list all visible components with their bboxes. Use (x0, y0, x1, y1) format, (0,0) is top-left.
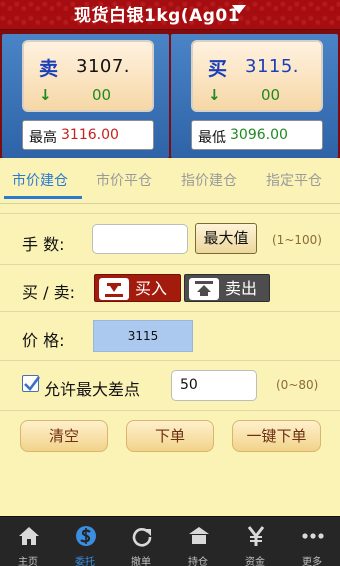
more-icon (302, 533, 324, 539)
max-value-button[interactable]: 最大值 (195, 223, 257, 254)
sell-button[interactable]: 卖出 (184, 274, 270, 302)
bottom-tab-bar: 主页 委托 撤单 持仓 资金 更多 (0, 516, 340, 566)
instrument-title[interactable]: 现货白银1kg(Ag01 (74, 1, 240, 26)
buy-button-label: 买入 (135, 279, 168, 298)
arrow-down-icon: ↓ (208, 86, 221, 104)
price-label: 价 格: (22, 331, 65, 350)
sell-change: 00 (92, 86, 112, 104)
tabbar-item-home[interactable]: 主页 (0, 517, 56, 566)
buy-price: 3115. (245, 56, 300, 77)
divider (0, 410, 340, 411)
max-spread-input[interactable]: 50 (171, 370, 257, 401)
sell-price: 3107. (76, 56, 131, 77)
quantity-label: 手 数: (22, 235, 65, 254)
sell-quote-panel: 卖 3107. ↓ 00 最高 3116.00 (2, 34, 169, 158)
buy-quote-panel: 买 3115. ↓ 00 最低 3096.00 (171, 34, 338, 158)
divider (0, 360, 340, 361)
divider (0, 311, 340, 312)
quantity-input[interactable] (92, 224, 188, 254)
tabbar-item-more[interactable]: 更多 (284, 517, 340, 566)
order-icon (76, 526, 96, 546)
max-spread-checkbox[interactable] (22, 375, 41, 392)
tabbar-label: 持仓 (188, 557, 208, 566)
direction-label: 买 / 卖: (22, 283, 75, 302)
buy-label: 买 (208, 58, 228, 80)
tabbar-item-order[interactable]: 委托 (57, 517, 113, 566)
home-icon (19, 527, 39, 545)
active-tab-indicator (4, 196, 82, 199)
high-box: 最高 3116.00 (22, 120, 154, 150)
low-label: 最低 (198, 130, 226, 146)
tabbar-label: 撤单 (131, 557, 151, 566)
one-click-order-button[interactable]: 一键下单 (232, 420, 321, 452)
tab-market-open[interactable]: 市价建仓 (12, 170, 68, 190)
header-bar: 现货白银1kg(Ag01 (0, 0, 340, 30)
tab-specified-close[interactable]: 指定平仓 (266, 170, 322, 190)
quantity-range: (1~100) (272, 233, 322, 247)
clear-button[interactable]: 清空 (20, 420, 108, 452)
sell-price-box: 卖 3107. ↓ 00 (22, 40, 154, 112)
sell-button-label: 卖出 (225, 279, 258, 298)
sell-label: 卖 (39, 58, 59, 80)
tabbar-label: 资金 (245, 557, 265, 566)
tabbar-item-cancel[interactable]: 撤单 (113, 517, 169, 566)
checkmark-icon (24, 376, 41, 391)
divider (0, 264, 340, 265)
divider (0, 213, 340, 214)
arrow-down-box-icon (99, 278, 129, 300)
arrow-up-box-icon (189, 278, 219, 300)
position-icon (189, 527, 209, 544)
tabbar-label: 委托 (75, 557, 95, 566)
yen-icon (247, 526, 265, 546)
price-display: 3115 (93, 320, 193, 352)
spread-range: (0~80) (276, 378, 319, 392)
low-value: 3096.00 (230, 127, 288, 143)
tab-market-close[interactable]: 市价平仓 (96, 170, 152, 190)
tabbar-label: 更多 (302, 557, 322, 566)
max-spread-label: 允许最大差点 (44, 380, 141, 399)
tab-limit-open[interactable]: 指价建仓 (181, 170, 237, 190)
undo-icon (132, 528, 152, 547)
arrow-down-icon: ↓ (39, 86, 52, 104)
tabbar-item-position[interactable]: 持仓 (170, 517, 226, 566)
chevron-down-icon[interactable] (232, 5, 246, 14)
buy-button[interactable]: 买入 (94, 274, 181, 302)
buy-price-box: 买 3115. ↓ 00 (191, 40, 323, 112)
high-label: 最高 (29, 130, 57, 146)
place-order-button[interactable]: 下单 (126, 420, 214, 452)
low-box: 最低 3096.00 (191, 120, 323, 150)
tabbar-label: 主页 (18, 557, 38, 566)
high-value: 3116.00 (61, 127, 119, 143)
tabbar-item-funds[interactable]: 资金 (227, 517, 283, 566)
buy-change: 00 (261, 86, 281, 104)
quote-area: 卖 3107. ↓ 00 最高 3116.00 买 3115. ↓ 00 最低 … (0, 30, 340, 158)
